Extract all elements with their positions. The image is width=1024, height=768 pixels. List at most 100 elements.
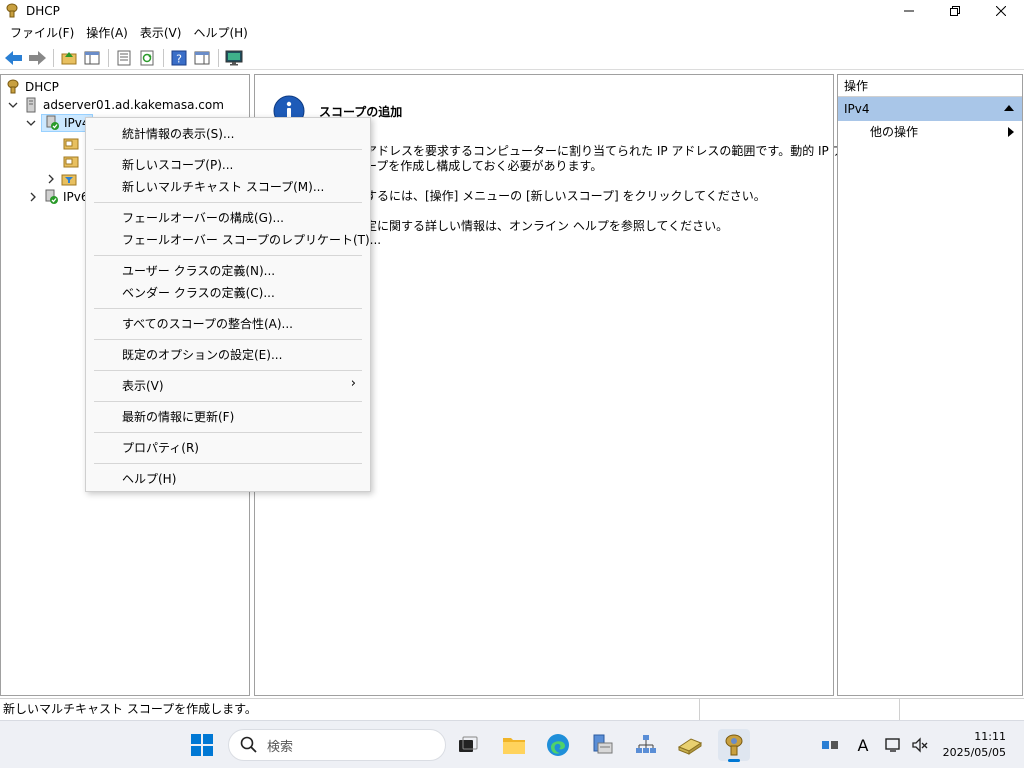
actions-header: 操作: [838, 75, 1022, 97]
tree-item-ipv4[interactable]: IPv4: [25, 113, 93, 133]
forward-button[interactable]: [26, 47, 48, 69]
status-bar: 新しいマルチキャスト スコープを作成します。: [0, 698, 1024, 720]
ctx-item-new-scope[interactable]: 新しいスコープ(P)...: [122, 156, 233, 173]
menu-separator: [94, 339, 362, 340]
chevron-down-icon[interactable]: [25, 117, 37, 129]
task-view-icon: [459, 736, 478, 752]
disk-app-button[interactable]: [674, 729, 706, 761]
ctx-item-define-user-classes[interactable]: ユーザー クラスの定義(N)...: [122, 262, 275, 279]
window-title: DHCP: [26, 4, 60, 18]
minimize-icon: [904, 10, 914, 12]
ctx-item-configure-failover[interactable]: フェールオーバーの構成(G)...: [122, 209, 284, 226]
menu-action[interactable]: 操作(A): [80, 22, 134, 44]
minimize-button[interactable]: [886, 0, 932, 22]
toolbar: ?: [0, 46, 1024, 70]
ctx-item-help[interactable]: ヘルプ(H): [122, 470, 176, 487]
chevron-right-icon[interactable]: [45, 173, 57, 185]
tree-item-child-1[interactable]: [63, 133, 83, 153]
tray-display-icon[interactable]: [884, 735, 904, 755]
menu-separator: [94, 401, 362, 402]
system-clock[interactable]: 11:11 2025/05/05: [943, 729, 1006, 761]
export-list-button[interactable]: [113, 47, 135, 69]
help-icon: ?: [171, 50, 187, 65]
menu-help[interactable]: ヘルプ(H): [187, 22, 253, 44]
info-text-line: するには、[操作] メニューの [新しいスコープ] をクリックしてください。: [365, 189, 766, 203]
file-explorer-button[interactable]: [498, 729, 530, 761]
network-app-button[interactable]: [630, 729, 662, 761]
ctx-item-set-predefined-options[interactable]: 既定のオプションの設定(E)...: [122, 346, 282, 363]
start-button[interactable]: [186, 729, 218, 761]
actions-pane: 操作 IPv4 他の操作: [837, 74, 1023, 696]
info-text-line: 定に関する詳しい情報は、オンライン ヘルプを参照してください。: [365, 219, 729, 233]
ime-indicator[interactable]: A: [853, 735, 873, 755]
menu-separator: [94, 370, 362, 371]
filter-folder-icon: [61, 174, 77, 186]
edge-button[interactable]: [542, 729, 574, 761]
back-button[interactable]: [3, 47, 25, 69]
close-icon: [996, 6, 1006, 16]
dhcp-app-icon: [6, 3, 18, 18]
dhcp-taskbar-button[interactable]: [718, 729, 750, 762]
submenu-chevron-icon: ›: [350, 376, 356, 391]
forward-arrow-icon: [29, 50, 46, 65]
close-button[interactable]: [978, 0, 1024, 22]
menu-separator: [94, 308, 362, 309]
ctx-item-show-statistics[interactable]: 統計情報の表示(S)...: [122, 125, 234, 142]
ctx-item-new-multicast-scope[interactable]: 新しいマルチキャスト スコープ(M)...: [122, 178, 324, 195]
tray-volume-icon[interactable]: [910, 735, 930, 755]
svg-text:?: ?: [176, 52, 182, 65]
windows-logo-icon: [191, 734, 213, 756]
status-cell: [700, 699, 900, 720]
restore-button[interactable]: [932, 0, 978, 22]
show-hide-action-pane-button[interactable]: [191, 47, 213, 69]
actions-more-actions[interactable]: 他の操作: [838, 121, 1022, 143]
chevron-down-icon[interactable]: [7, 99, 19, 111]
server-manager-button[interactable]: [586, 729, 618, 761]
folder-icon: [63, 156, 79, 168]
tray-network-icon[interactable]: [820, 735, 840, 755]
actions-section-label: IPv4: [844, 102, 870, 116]
search-placeholder: 検索: [267, 739, 294, 755]
ctx-item-view[interactable]: 表示(V): [122, 377, 164, 394]
back-arrow-icon: [5, 50, 22, 65]
help-button[interactable]: ?: [168, 47, 190, 69]
show-hide-console-tree-button[interactable]: [81, 47, 103, 69]
menu-view[interactable]: 表示(V): [134, 22, 188, 44]
clock-date: 2025/05/05: [942, 746, 1006, 759]
toolbar-separator: [108, 48, 109, 67]
toolbar-separator: [53, 48, 54, 67]
ctx-item-refresh[interactable]: 最新の情報に更新(F): [122, 408, 234, 425]
refresh-button[interactable]: [136, 47, 158, 69]
task-view-button[interactable]: [452, 729, 484, 761]
menu-file[interactable]: ファイル(F): [4, 22, 80, 44]
tree-item-dhcp[interactable]: DHCP: [5, 77, 59, 97]
dhcp-icon: [7, 79, 19, 94]
monitor-button[interactable]: [223, 47, 245, 69]
server-manager-icon: [593, 734, 613, 754]
edge-icon: [547, 734, 569, 756]
ctx-item-replicate-failover-scopes[interactable]: フェールオーバー スコープのレプリケート(T)...: [122, 231, 381, 248]
chevron-right-icon[interactable]: [27, 191, 39, 203]
list-icon: [117, 50, 131, 65]
ctx-item-properties[interactable]: プロパティ(R): [122, 439, 199, 456]
taskbar-search[interactable]: 検索: [228, 729, 446, 761]
disk-icon: [677, 738, 703, 755]
tree-item-ipv6[interactable]: IPv6: [27, 187, 89, 207]
menu-separator: [94, 149, 362, 150]
menu-separator: [94, 255, 362, 256]
tree-item-child-2[interactable]: [63, 151, 83, 171]
up-folder-button[interactable]: [58, 47, 80, 69]
ctx-item-define-vendor-classes[interactable]: ベンダー クラスの定義(C)...: [122, 284, 275, 301]
actions-item-label: 他の操作: [870, 125, 919, 139]
clock-time: 11:11: [974, 730, 1006, 743]
ctx-item-reconcile-all-scopes[interactable]: すべてのスコープの整合性(A)...: [122, 315, 293, 332]
server-icon: [26, 97, 36, 113]
collapse-triangle-icon[interactable]: [1004, 105, 1014, 111]
action-pane-icon: [194, 51, 210, 64]
menu-separator: [94, 432, 362, 433]
actions-section-ipv4[interactable]: IPv4: [838, 97, 1022, 121]
tree-item-filters[interactable]: [45, 169, 81, 189]
ipv4-network-check-icon: [46, 115, 59, 130]
restore-icon: [950, 6, 960, 16]
tree-item-server[interactable]: adserver01.ad.kakemasa.com: [7, 95, 224, 115]
